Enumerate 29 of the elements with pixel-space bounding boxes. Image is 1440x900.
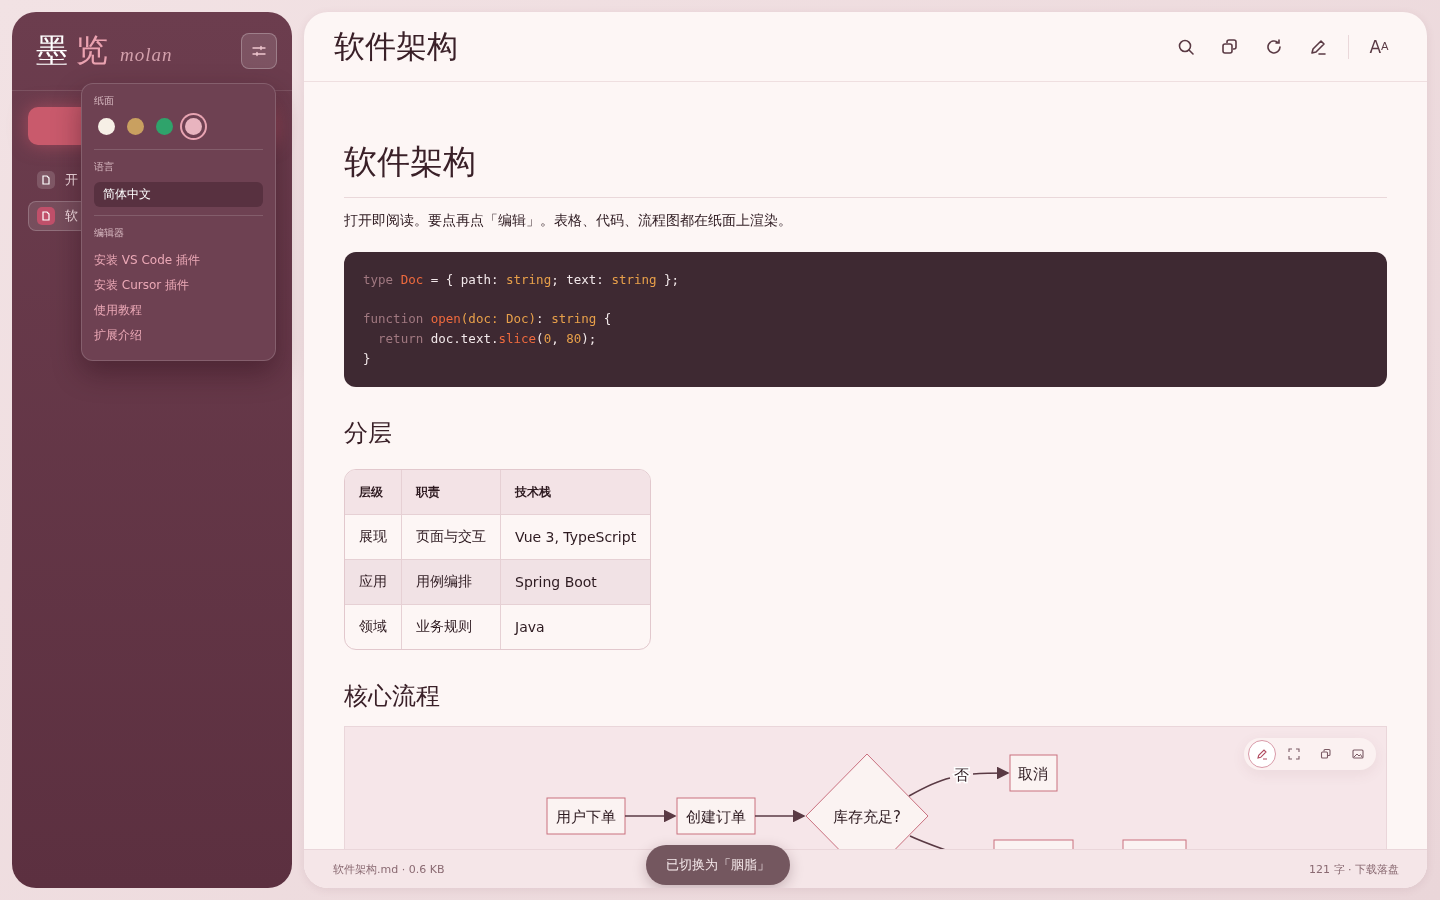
document-title: 软件架构 (344, 140, 1387, 198)
column-header: 层级 (345, 470, 402, 515)
flow-node: 取消 (1009, 754, 1058, 792)
file-info: 软件架构.md · 0.6 KB (333, 861, 445, 877)
table-cell-text: Java (513, 618, 546, 637)
section-label: 编辑器 (94, 226, 125, 240)
table-cell: 业务规则 (402, 605, 501, 649)
column-header: 技术栈 (501, 470, 651, 515)
toast-message: 已切换为「胭脂」 (646, 845, 790, 885)
paragraph: 打开即阅读。要点再点「编辑」。表格、代码、流程图都在纸面上渲染。 (344, 212, 793, 230)
edge-label: 否 (953, 766, 969, 784)
section-heading: 分层 (344, 418, 393, 449)
table-cell: 领域 (345, 605, 402, 649)
flow-node: 用户下单 (546, 797, 626, 835)
section-label: 纸面 (94, 94, 115, 108)
section-label: 语言 (94, 160, 115, 174)
logo-wordmark: molan (120, 44, 173, 66)
table-cell: 应用 (345, 560, 402, 605)
logo-character: 览 (76, 30, 108, 71)
flow-node: 创建订单 (676, 797, 756, 835)
section-heading: 核心流程 (344, 681, 441, 712)
page-title: 软件架构 (334, 26, 458, 66)
decision-node: 库存充足? (805, 753, 929, 849)
table-cell: Spring Boot (501, 560, 651, 605)
logo-character: 墨 (36, 30, 68, 71)
column-header: 职责 (402, 470, 501, 515)
code-block: type Doc = { path: string; text: string }; function open(doc: Doc): string { return doc.text.slice(0, 80); } (344, 252, 1387, 387)
table-cell: 用例编排 (402, 560, 501, 605)
word-count: 121 字 · 下载落盘 (1309, 861, 1399, 877)
